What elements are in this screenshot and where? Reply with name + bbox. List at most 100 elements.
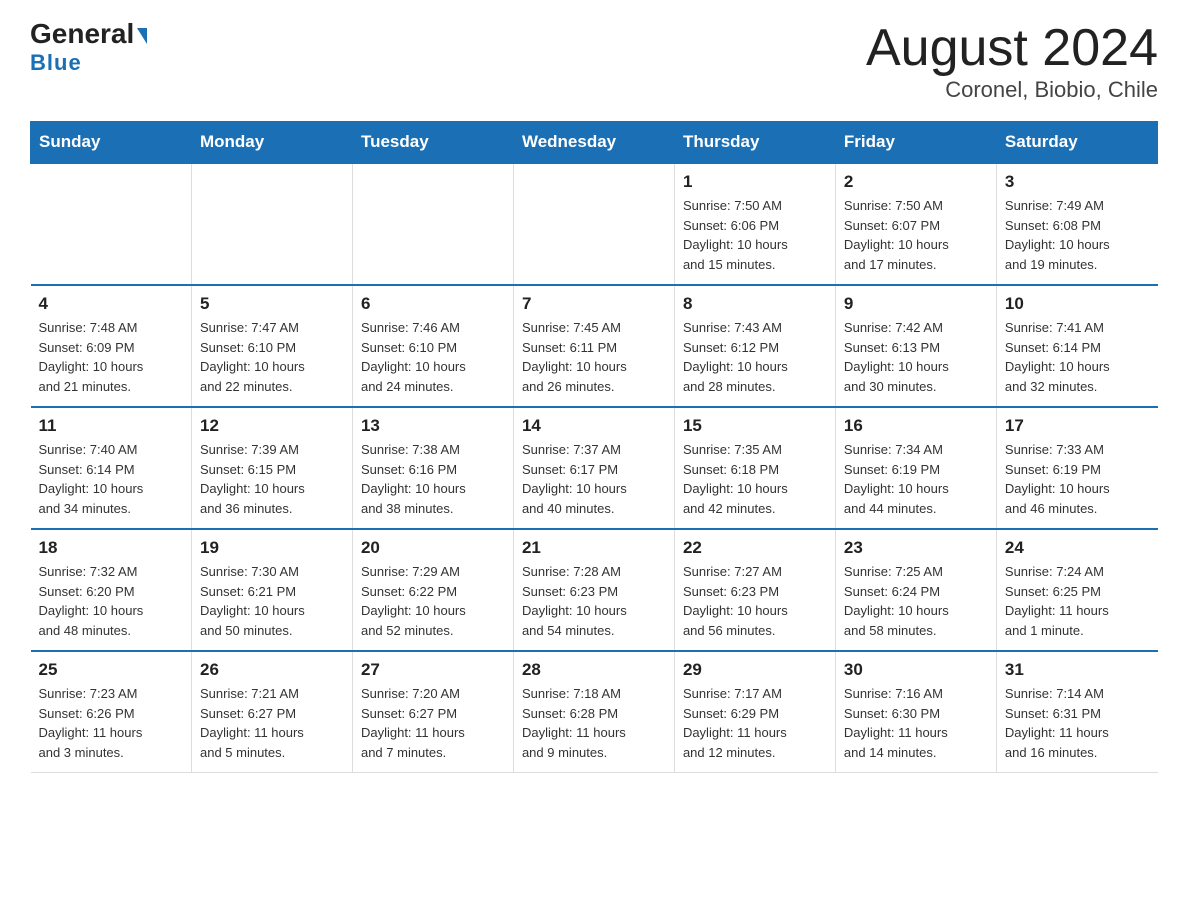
day-info: Sunrise: 7:38 AMSunset: 6:16 PMDaylight:… — [361, 440, 505, 518]
day-info: Sunrise: 7:41 AMSunset: 6:14 PMDaylight:… — [1005, 318, 1150, 396]
day-info: Sunrise: 7:18 AMSunset: 6:28 PMDaylight:… — [522, 684, 666, 762]
day-number: 6 — [361, 294, 505, 314]
day-number: 23 — [844, 538, 988, 558]
calendar-cell: 18Sunrise: 7:32 AMSunset: 6:20 PMDayligh… — [31, 529, 192, 651]
day-number: 29 — [683, 660, 827, 680]
day-number: 25 — [39, 660, 183, 680]
day-number: 8 — [683, 294, 827, 314]
calendar-cell: 4 Sunrise: 7:48 AMSunset: 6:09 PMDaylight… — [31, 285, 192, 407]
calendar-cell: 31 Sunrise: 7:14 AMSunset: 6:31 PMDayligh… — [996, 651, 1157, 773]
day-info: Sunrise: 7:43 AMSunset: 6:12 PMDaylight:… — [683, 318, 827, 396]
day-info: Sunrise: 7:46 AMSunset: 6:10 PMDaylight:… — [361, 318, 505, 396]
day-info: Sunrise: 7:30 AMSunset: 6:21 PMDaylight:… — [200, 562, 344, 640]
day-info: Sunrise: 7:17 AMSunset: 6:29 PMDaylight:… — [683, 684, 827, 762]
calendar-cell: 9 Sunrise: 7:42 AMSunset: 6:13 PMDaylight… — [835, 285, 996, 407]
day-info: Sunrise: 7:16 AMSunset: 6:30 PMDaylight:… — [844, 684, 988, 762]
day-number: 30 — [844, 660, 988, 680]
day-number: 21 — [522, 538, 666, 558]
calendar-cell: 20 Sunrise: 7:29 AMSunset: 6:22 PMDayligh… — [352, 529, 513, 651]
day-info: Sunrise: 7:29 AMSunset: 6:22 PMDaylight:… — [361, 562, 505, 640]
column-header-saturday: Saturday — [996, 122, 1157, 164]
day-info: Sunrise: 7:25 AMSunset: 6:24 PMDaylight:… — [844, 562, 988, 640]
logo: General Blue — [30, 20, 147, 76]
day-number: 3 — [1005, 172, 1150, 192]
calendar-table: SundayMondayTuesdayWednesdayThursdayFrid… — [30, 121, 1158, 773]
calendar-cell: 2Sunrise: 7:50 AMSunset: 6:07 PMDaylight… — [835, 163, 996, 285]
day-info: Sunrise: 7:40 AMSunset: 6:14 PMDaylight:… — [39, 440, 183, 518]
day-number: 2 — [844, 172, 988, 192]
column-header-monday: Monday — [191, 122, 352, 164]
logo-general: General — [30, 20, 147, 48]
day-info: Sunrise: 7:33 AMSunset: 6:19 PMDaylight:… — [1005, 440, 1150, 518]
day-info: Sunrise: 7:47 AMSunset: 6:10 PMDaylight:… — [200, 318, 344, 396]
day-info: Sunrise: 7:49 AMSunset: 6:08 PMDaylight:… — [1005, 196, 1150, 274]
calendar-cell: 5 Sunrise: 7:47 AMSunset: 6:10 PMDaylight… — [191, 285, 352, 407]
day-info: Sunrise: 7:24 AMSunset: 6:25 PMDaylight:… — [1005, 562, 1150, 640]
day-number: 4 — [39, 294, 183, 314]
calendar-cell: 28 Sunrise: 7:18 AMSunset: 6:28 PMDayligh… — [513, 651, 674, 773]
day-info: Sunrise: 7:42 AMSunset: 6:13 PMDaylight:… — [844, 318, 988, 396]
day-number: 5 — [200, 294, 344, 314]
day-number: 26 — [200, 660, 344, 680]
day-number: 10 — [1005, 294, 1150, 314]
calendar-cell: 14 Sunrise: 7:37 AMSunset: 6:17 PMDayligh… — [513, 407, 674, 529]
day-number: 20 — [361, 538, 505, 558]
calendar-cell: 29 Sunrise: 7:17 AMSunset: 6:29 PMDayligh… — [674, 651, 835, 773]
calendar-cell: 15Sunrise: 7:35 AMSunset: 6:18 PMDayligh… — [674, 407, 835, 529]
day-number: 28 — [522, 660, 666, 680]
day-number: 13 — [361, 416, 505, 436]
column-header-wednesday: Wednesday — [513, 122, 674, 164]
calendar-cell: 6 Sunrise: 7:46 AMSunset: 6:10 PMDaylight… — [352, 285, 513, 407]
day-number: 15 — [683, 416, 827, 436]
day-info: Sunrise: 7:21 AMSunset: 6:27 PMDaylight:… — [200, 684, 344, 762]
day-number: 17 — [1005, 416, 1150, 436]
day-info: Sunrise: 7:27 AMSunset: 6:23 PMDaylight:… — [683, 562, 827, 640]
column-header-thursday: Thursday — [674, 122, 835, 164]
day-number: 18 — [39, 538, 183, 558]
calendar-week-5: 25 Sunrise: 7:23 AMSunset: 6:26 PMDayligh… — [31, 651, 1158, 773]
calendar-cell: 26 Sunrise: 7:21 AMSunset: 6:27 PMDayligh… — [191, 651, 352, 773]
column-header-friday: Friday — [835, 122, 996, 164]
day-number: 9 — [844, 294, 988, 314]
calendar-cell: 3 Sunrise: 7:49 AMSunset: 6:08 PMDaylight… — [996, 163, 1157, 285]
calendar-cell: 19 Sunrise: 7:30 AMSunset: 6:21 PMDayligh… — [191, 529, 352, 651]
title-block: August 2024 Coronel, Biobio, Chile — [866, 20, 1158, 103]
day-number: 31 — [1005, 660, 1150, 680]
day-info: Sunrise: 7:14 AMSunset: 6:31 PMDaylight:… — [1005, 684, 1150, 762]
day-number: 11 — [39, 416, 183, 436]
calendar-cell: 10 Sunrise: 7:41 AMSunset: 6:14 PMDayligh… — [996, 285, 1157, 407]
calendar-title: August 2024 — [866, 20, 1158, 77]
day-number: 12 — [200, 416, 344, 436]
day-info: Sunrise: 7:39 AMSunset: 6:15 PMDaylight:… — [200, 440, 344, 518]
calendar-cell — [31, 163, 192, 285]
day-number: 24 — [1005, 538, 1150, 558]
calendar-cell: 24 Sunrise: 7:24 AMSunset: 6:25 PMDayligh… — [996, 529, 1157, 651]
calendar-cell: 25 Sunrise: 7:23 AMSunset: 6:26 PMDayligh… — [31, 651, 192, 773]
calendar-week-4: 18Sunrise: 7:32 AMSunset: 6:20 PMDayligh… — [31, 529, 1158, 651]
calendar-cell — [513, 163, 674, 285]
day-number: 7 — [522, 294, 666, 314]
column-header-tuesday: Tuesday — [352, 122, 513, 164]
calendar-cell — [352, 163, 513, 285]
calendar-cell: 23 Sunrise: 7:25 AMSunset: 6:24 PMDayligh… — [835, 529, 996, 651]
page-header: General Blue August 2024 Coronel, Biobio… — [30, 20, 1158, 103]
day-info: Sunrise: 7:50 AMSunset: 6:06 PMDaylight:… — [683, 196, 827, 274]
day-number: 27 — [361, 660, 505, 680]
calendar-cell: 13 Sunrise: 7:38 AMSunset: 6:16 PMDayligh… — [352, 407, 513, 529]
calendar-header-row: SundayMondayTuesdayWednesdayThursdayFrid… — [31, 122, 1158, 164]
calendar-week-3: 11 Sunrise: 7:40 AMSunset: 6:14 PMDayligh… — [31, 407, 1158, 529]
day-info: Sunrise: 7:23 AMSunset: 6:26 PMDaylight:… — [39, 684, 183, 762]
day-number: 22 — [683, 538, 827, 558]
day-info: Sunrise: 7:37 AMSunset: 6:17 PMDaylight:… — [522, 440, 666, 518]
day-number: 14 — [522, 416, 666, 436]
calendar-cell: 8 Sunrise: 7:43 AMSunset: 6:12 PMDaylight… — [674, 285, 835, 407]
calendar-cell: 17 Sunrise: 7:33 AMSunset: 6:19 PMDayligh… — [996, 407, 1157, 529]
calendar-week-1: 1Sunrise: 7:50 AMSunset: 6:06 PMDaylight… — [31, 163, 1158, 285]
calendar-cell: 21Sunrise: 7:28 AMSunset: 6:23 PMDayligh… — [513, 529, 674, 651]
calendar-cell: 16Sunrise: 7:34 AMSunset: 6:19 PMDayligh… — [835, 407, 996, 529]
day-info: Sunrise: 7:48 AMSunset: 6:09 PMDaylight:… — [39, 318, 183, 396]
logo-blue: Blue — [30, 50, 82, 76]
calendar-cell — [191, 163, 352, 285]
calendar-cell: 7Sunrise: 7:45 AMSunset: 6:11 PMDaylight… — [513, 285, 674, 407]
day-number: 19 — [200, 538, 344, 558]
